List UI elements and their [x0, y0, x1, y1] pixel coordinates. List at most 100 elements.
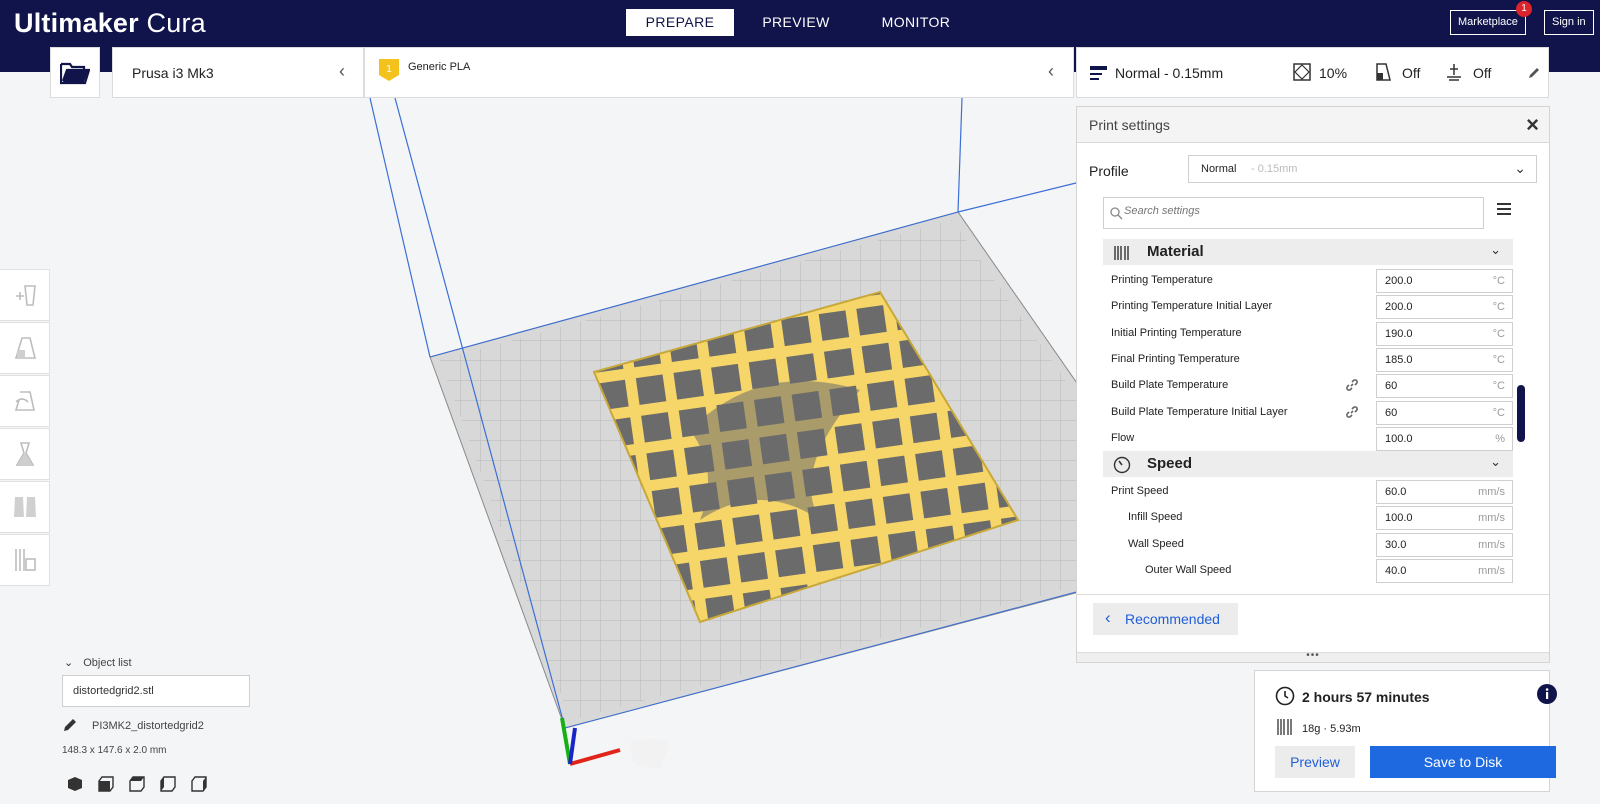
setting-label: Final Printing Temperature: [1111, 352, 1240, 365]
setting-value-field[interactable]: 200.0 °C: [1376, 269, 1513, 293]
setting-value-field[interactable]: 185.0 °C: [1376, 347, 1513, 372]
setting-unit: °C: [1492, 275, 1505, 287]
per-model-settings-button[interactable]: [0, 481, 50, 533]
support-blocker-icon: [14, 549, 36, 571]
setting-value-field[interactable]: 40.0 mm/s: [1376, 558, 1513, 583]
setting-value-field[interactable]: 190.0 °C: [1376, 321, 1513, 346]
setting-value-field[interactable]: 60 °C: [1376, 374, 1513, 399]
setting-value-field[interactable]: 60 °C: [1376, 400, 1513, 425]
mirror-tool-button[interactable]: [0, 428, 50, 480]
preview-button[interactable]: Preview: [1275, 746, 1355, 778]
sign-in-button[interactable]: Sign in: [1544, 10, 1594, 35]
setting-row: Infill Speed 100.0 mm/s: [1103, 504, 1513, 531]
recommended-label: Recommended: [1125, 611, 1220, 627]
save-to-disk-button[interactable]: Save to Disk: [1370, 746, 1556, 778]
setting-unit: °C: [1492, 353, 1505, 366]
open-file-button[interactable]: [50, 47, 100, 98]
setting-label: Print Speed: [1111, 485, 1169, 497]
view-top-icon: [129, 776, 145, 792]
tab-monitor[interactable]: MONITOR: [868, 9, 964, 36]
adhesion-icon: [1447, 64, 1461, 81]
setting-value-field[interactable]: 100.0 mm/s: [1376, 506, 1513, 531]
marketplace-button[interactable]: Marketplace: [1450, 10, 1526, 35]
axis-x: [569, 748, 621, 766]
top-view-button[interactable]: [128, 775, 148, 795]
app-title: Ultimaker Cura: [14, 8, 206, 38]
setting-label: Printing Temperature Initial Layer: [1111, 300, 1273, 313]
info-icon[interactable]: [1537, 684, 1557, 704]
tab-prepare[interactable]: PREPARE: [626, 9, 734, 36]
chevron-left-icon: ‹: [339, 61, 345, 81]
rotate-tool-button[interactable]: [0, 375, 50, 427]
setting-row: Final Printing Temperature 185.0 °C: [1103, 346, 1513, 372]
left-view-button[interactable]: [159, 775, 179, 795]
setting-row: Build Plate Temperature 60 °C: [1103, 372, 1513, 399]
tab-preview[interactable]: PREVIEW: [752, 9, 840, 36]
setting-label: Infill Speed: [1128, 511, 1183, 524]
search-settings-field[interactable]: [1103, 197, 1484, 229]
setting-row: Outer Wall Speed 40.0 mm/s: [1103, 557, 1513, 583]
setting-value-field[interactable]: 200.0 °C: [1376, 295, 1513, 320]
rotate-tool-icon: [14, 391, 35, 411]
settings-list: Material ⌄ Printing Temperature 200.0 °C Pr…: [1103, 239, 1513, 594]
link-icon[interactable]: [1345, 405, 1359, 419]
print-settings-header: Print settings ×: [1077, 107, 1549, 143]
chevron-left-icon: ‹: [1048, 61, 1054, 81]
setting-value-field[interactable]: 60.0 mm/s: [1376, 480, 1513, 504]
link-icon[interactable]: [1345, 378, 1359, 392]
category-label: Speed: [1147, 455, 1193, 472]
move-tool-button[interactable]: [0, 269, 50, 321]
setting-value-field[interactable]: 30.0 mm/s: [1376, 532, 1513, 557]
view-left-icon: [160, 776, 176, 792]
setting-row: Build Plate Temperature Initial Layer 60 °…: [1103, 399, 1513, 425]
support-blocker-button[interactable]: [0, 534, 50, 586]
setting-value: 200.0: [1385, 301, 1413, 314]
panel-resize-handle[interactable]: •••: [1077, 651, 1549, 662]
right-view-button[interactable]: [190, 775, 210, 795]
search-input[interactable]: [1124, 205, 1474, 217]
material-name: Generic PLA: [408, 61, 471, 73]
chevron-down-icon: ⌄: [1490, 454, 1501, 469]
setting-unit: °C: [1492, 327, 1505, 340]
settings-scrollbar[interactable]: [1517, 385, 1525, 442]
setting-value: 190.0: [1385, 327, 1413, 340]
support-value: Off: [1402, 65, 1421, 81]
material-selector[interactable]: 1 Generic PLA ‹: [364, 47, 1074, 98]
object-list-label: Object list: [83, 657, 132, 669]
setting-row: Printing Temperature Initial Layer 200.0 °…: [1103, 293, 1513, 320]
pencil-icon[interactable]: [62, 717, 78, 733]
setting-value-field[interactable]: 100.0%: [1376, 426, 1513, 451]
printer-name: Prusa i3 Mk3: [132, 65, 214, 81]
build-volume-edge: [957, 182, 1077, 213]
divider: [1077, 594, 1549, 595]
printer-selector[interactable]: Prusa i3 Mk3 ‹: [112, 47, 364, 98]
svg-text:1: 1: [386, 64, 392, 75]
category-speed[interactable]: Speed ⌄: [1103, 451, 1513, 477]
object-list-toggle[interactable]: ⌄ Object list: [64, 656, 132, 669]
category-material[interactable]: Material ⌄: [1103, 239, 1513, 265]
setting-value: 40.0: [1385, 564, 1407, 577]
warning-badge-icon: 1: [379, 59, 399, 81]
recommended-mode-button[interactable]: ‹ Recommended: [1093, 603, 1238, 635]
front-view-button[interactable]: [97, 775, 117, 795]
3d-view-button[interactable]: [66, 775, 86, 795]
search-icon: [1110, 207, 1123, 220]
pencil-icon: [1529, 68, 1539, 78]
print-settings-panel: Print settings × Profile Normal - 0.15mm…: [1076, 106, 1550, 663]
print-settings-summary[interactable]: Normal - 0.15mm 10% Off Off: [1076, 47, 1549, 98]
scale-tool-button[interactable]: [0, 322, 50, 374]
menu-icon[interactable]: [1497, 203, 1511, 215]
view-right-icon: [191, 776, 207, 792]
profile-name: Normal: [1201, 163, 1237, 175]
setting-value: 100.0: [1385, 512, 1413, 525]
profile-dropdown[interactable]: Normal - 0.15mm ⌄: [1188, 155, 1537, 183]
setting-unit: °C: [1492, 380, 1505, 393]
print-time: 2 hours 57 minutes: [1302, 689, 1430, 705]
close-icon[interactable]: ×: [1526, 112, 1539, 138]
printer-base: [630, 739, 670, 769]
setting-label: Initial Printing Temperature: [1111, 326, 1242, 339]
setting-value: 60: [1385, 406, 1398, 419]
scale-tool-icon: [14, 337, 36, 359]
tool-column: [0, 269, 50, 587]
object-list-item[interactable]: distortedgrid2.stl: [62, 675, 250, 707]
